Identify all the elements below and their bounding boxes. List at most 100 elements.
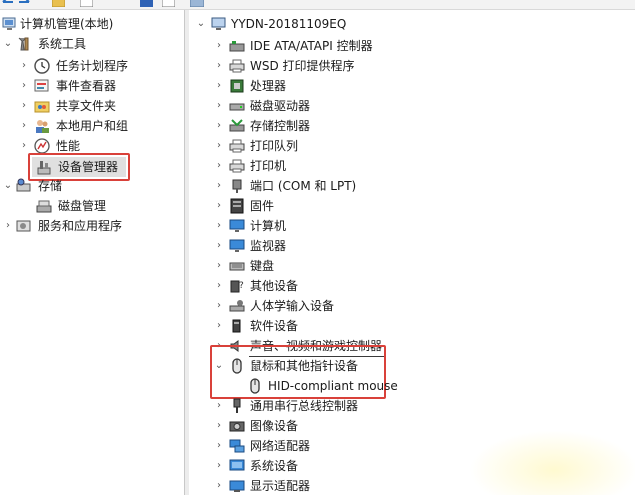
device-item-hid-mouse[interactable]: HID-compliant mouse [189, 376, 635, 396]
chevron-right-icon[interactable]: › [213, 396, 225, 416]
unknown-device-icon: ? [230, 280, 244, 293]
tree-item-computer-management[interactable]: 计算机管理(本地) [0, 14, 184, 34]
chevron-down-icon[interactable]: ⌄ [2, 176, 14, 196]
device-category-ports[interactable]: › 端口 (COM 和 LPT) [189, 176, 635, 196]
refresh-icon[interactable] [162, 0, 175, 7]
device-category-label: 图像设备 [250, 419, 299, 433]
device-tree-pane: ⌄ YYDN-20181109EQ › IDE ATA/ATAPI 控制器 › … [189, 10, 635, 495]
back-arrow-icon[interactable] [2, 0, 14, 7]
chevron-right-icon[interactable]: › [213, 256, 225, 276]
tree-item-storage[interactable]: ⌄ 存储 [0, 176, 184, 196]
monitor-icon [229, 239, 245, 252]
device-category-label: 通用串行总线控制器 [250, 399, 359, 413]
folder-icon[interactable] [52, 0, 65, 7]
tools-icon [18, 37, 29, 51]
monitor-icon [229, 219, 245, 232]
device-category-storage-controllers[interactable]: › 存储控制器 [189, 116, 635, 136]
chevron-right-icon[interactable]: › [213, 316, 225, 336]
device-category-firmware[interactable]: › 固件 [189, 196, 635, 216]
users-icon [36, 120, 49, 133]
device-category-processor[interactable]: › 处理器 [189, 76, 635, 96]
chevron-down-icon[interactable]: ⌄ [2, 34, 14, 54]
device-category-print-queues[interactable]: › 打印队列 [189, 136, 635, 156]
device-category-monitors[interactable]: › 监视器 [189, 236, 635, 256]
chevron-right-icon[interactable]: › [213, 416, 225, 436]
device-category-keyboards[interactable]: › 键盘 [189, 256, 635, 276]
chevron-right-icon[interactable]: › [213, 96, 225, 116]
properties-icon[interactable] [80, 0, 93, 7]
chevron-right-icon[interactable]: › [213, 36, 225, 56]
tree-item-shared-folders[interactable]: › 共享文件夹 [0, 96, 184, 116]
tree-item-event-viewer[interactable]: › 事件查看器 [0, 76, 184, 96]
toolbar [0, 0, 635, 10]
tree-item-label: 系统工具 [38, 37, 87, 51]
software-device-icon [232, 319, 241, 333]
chevron-right-icon[interactable]: › [2, 216, 14, 236]
printer-icon [229, 139, 245, 153]
chevron-right-icon[interactable]: › [213, 76, 225, 96]
device-category-ide[interactable]: › IDE ATA/ATAPI 控制器 [189, 36, 635, 56]
printer-icon [229, 159, 245, 173]
device-category-hid[interactable]: › 人体学输入设备 [189, 296, 635, 316]
device-category-label: WSD 打印提供程序 [250, 59, 355, 73]
chevron-right-icon[interactable]: › [213, 216, 225, 236]
camera-icon [229, 421, 245, 432]
tree-item-local-users[interactable]: › 本地用户和组 [0, 116, 184, 136]
chevron-right-icon[interactable]: › [213, 236, 225, 256]
display-adapter-icon [229, 480, 245, 492]
device-category-label: 打印队列 [250, 139, 299, 153]
chevron-right-icon[interactable]: › [213, 176, 225, 196]
firmware-icon [230, 198, 244, 214]
chevron-right-icon[interactable]: › [18, 76, 30, 96]
shared-folder-icon [34, 101, 50, 113]
device-category-label: 人体学输入设备 [250, 299, 335, 313]
tree-item-task-scheduler[interactable]: › 任务计划程序 [0, 56, 184, 76]
tree-item-label: 存储 [38, 179, 63, 193]
mouse-icon [250, 378, 260, 394]
device-category-wsd[interactable]: › WSD 打印提供程序 [189, 56, 635, 76]
tree-item-services[interactable]: › 服务和应用程序 [0, 216, 184, 236]
device-category-label: 端口 (COM 和 LPT) [250, 179, 357, 193]
device-category-computer[interactable]: › 计算机 [189, 216, 635, 236]
chevron-right-icon[interactable]: › [18, 96, 30, 116]
chevron-right-icon[interactable]: › [18, 56, 30, 76]
device-category-label: 显示适配器 [250, 479, 311, 493]
device-category-printers[interactable]: › 打印机 [189, 156, 635, 176]
device-category-label: 计算机 [250, 219, 287, 233]
device-category-label: 处理器 [250, 79, 287, 93]
device-category-usb[interactable]: › 通用串行总线控制器 [189, 396, 635, 416]
chevron-right-icon[interactable]: › [213, 276, 225, 296]
device-root-label: YYDN-20181109EQ [231, 17, 347, 31]
printer-icon [229, 59, 245, 73]
chevron-down-icon[interactable]: ⌄ [195, 14, 207, 34]
ide-controller-icon [229, 41, 245, 52]
chevron-right-icon[interactable]: › [213, 476, 225, 495]
tree-item-label: 磁盘管理 [58, 199, 107, 213]
clock-icon [34, 58, 50, 74]
device-category-disk-drives[interactable]: › 磁盘驱动器 [189, 96, 635, 116]
chevron-right-icon[interactable]: › [213, 456, 225, 476]
device-category-label: IDE ATA/ATAPI 控制器 [250, 39, 373, 53]
help-icon[interactable] [140, 0, 153, 7]
chevron-right-icon[interactable]: › [213, 136, 225, 156]
device-category-other-devices[interactable]: › ? 其他设备 [189, 276, 635, 296]
port-icon [232, 179, 242, 193]
chevron-right-icon[interactable]: › [213, 56, 225, 76]
chevron-right-icon[interactable]: › [213, 116, 225, 136]
chevron-right-icon[interactable]: › [213, 436, 225, 456]
tree-item-disk-management[interactable]: 磁盘管理 [0, 196, 184, 216]
chevron-right-icon[interactable]: › [213, 196, 225, 216]
disk-management-icon [36, 200, 52, 213]
forward-arrow-icon[interactable] [18, 0, 30, 7]
device-category-label: 键盘 [250, 259, 275, 273]
device-tree-root[interactable]: ⌄ YYDN-20181109EQ [189, 14, 635, 34]
svg-text:?: ? [239, 281, 244, 291]
chevron-right-icon[interactable]: › [213, 296, 225, 316]
tree-item-system-tools[interactable]: ⌄ 系统工具 [0, 34, 184, 54]
chevron-right-icon[interactable]: › [213, 156, 225, 176]
device-category-software-devices[interactable]: › 软件设备 [189, 316, 635, 336]
computer-icon [211, 17, 226, 30]
network-adapter-icon [229, 439, 245, 453]
scan-hardware-icon[interactable] [190, 0, 204, 7]
chevron-right-icon[interactable]: › [18, 116, 30, 136]
